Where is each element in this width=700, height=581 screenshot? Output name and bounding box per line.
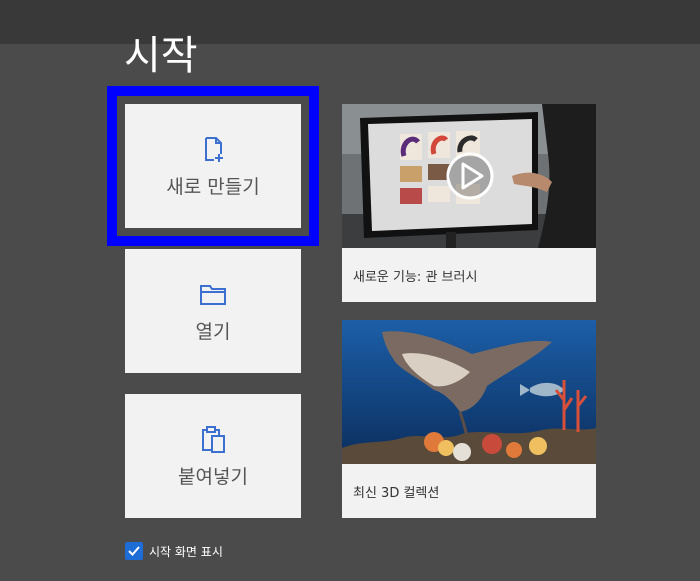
- checkmark-icon: [128, 546, 140, 556]
- 3d-collection-caption: 최신 3D 컬렉션: [353, 486, 440, 501]
- video-thumbnail: [342, 104, 596, 248]
- open-label: 열기: [195, 320, 231, 343]
- feature-video-caption: 새로운 기능: 관 브러시: [353, 270, 478, 285]
- title-bar: [0, 0, 700, 44]
- clipboard-icon: [202, 425, 225, 453]
- show-start-screen-label: 시작 화면 표시: [149, 544, 223, 559]
- page-title: 시작: [124, 33, 198, 79]
- paste-label: 붙여넣기: [178, 465, 248, 488]
- show-start-screen-checkbox[interactable]: [125, 542, 143, 560]
- open-button[interactable]: 열기: [125, 249, 301, 373]
- new-file-button[interactable]: 새로 만들기: [107, 86, 319, 246]
- 3d-collection-card[interactable]: 최신 3D 컬렉션: [342, 320, 596, 518]
- underwater-3d-thumbnail: [342, 320, 596, 464]
- new-file-label: 새로 만들기: [166, 175, 260, 198]
- feature-video-card[interactable]: 새로운 기능: 관 브러시: [342, 104, 596, 302]
- new-file-icon: [205, 136, 223, 162]
- paste-button[interactable]: 붙여넣기: [125, 394, 301, 518]
- show-start-screen-toggle[interactable]: 시작 화면 표시: [125, 542, 223, 560]
- folder-icon: [200, 284, 226, 305]
